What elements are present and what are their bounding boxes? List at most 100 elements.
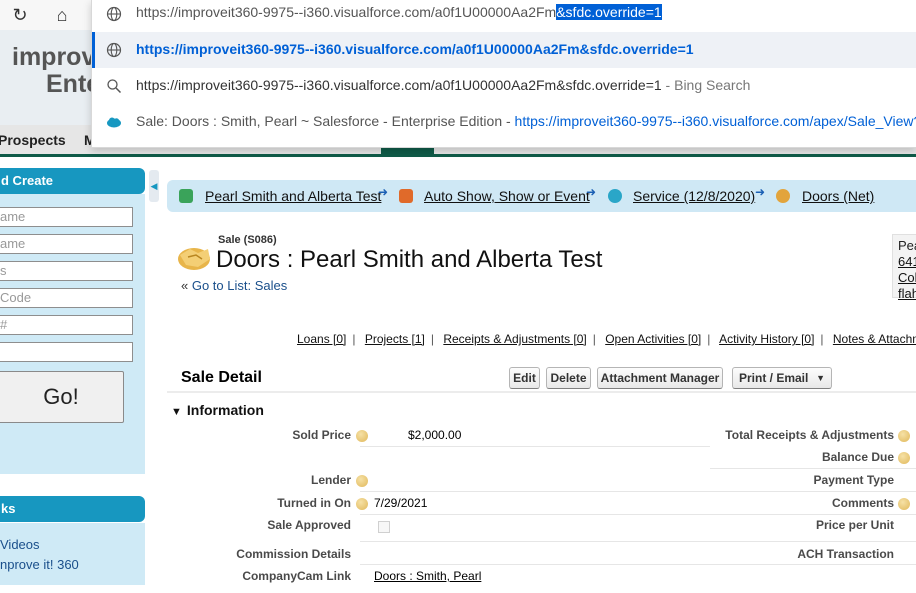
- page-title: Doors : Pearl Smith and Alberta Test: [216, 246, 603, 273]
- delete-button[interactable]: Delete: [546, 367, 591, 389]
- record-type-label: Sale (S086): [218, 234, 277, 246]
- row-divider: [360, 446, 710, 447]
- suggestion-search-query: https://improveit360-9975--i360.visualfo…: [136, 77, 662, 93]
- related-link-projects[interactable]: Projects [1]: [365, 332, 425, 346]
- breadcrumb-sale-link[interactable]: Doors (Net): [802, 188, 874, 204]
- detail-title: Sale Detail: [181, 369, 262, 386]
- field-label-sale-approved: Sale Approved: [267, 518, 351, 532]
- field-label-companycam-link: CompanyCam Link: [242, 569, 351, 583]
- field-label-sold-price: Sold Price: [292, 428, 351, 442]
- breadcrumb: Pearl Smith and Alberta Test ➜ Auto Show…: [167, 180, 916, 212]
- related-link-activity-history[interactable]: Activity History [0]: [719, 332, 814, 346]
- field-label-balance-due: Balance Due: [821, 450, 894, 464]
- url-input[interactable]: https://improveit360-9975--i360.visualfo…: [136, 4, 662, 20]
- field-label-commission-details: Commission Details: [236, 547, 351, 561]
- home-icon[interactable]: ⌂: [50, 3, 74, 27]
- sale-approved-checkbox: [378, 521, 390, 533]
- field-label-total-receipts: Total Receipts & Adjustments: [725, 428, 894, 442]
- url-selected-text: &sfdc.override=1: [556, 4, 662, 20]
- box-icon: [399, 189, 413, 203]
- field-value-turned-in-on: 7/29/2021: [374, 496, 428, 510]
- links-header: ks: [0, 496, 145, 522]
- arrow-right-icon: ➜: [755, 185, 766, 199]
- info-line-link[interactable]: Col: [898, 270, 916, 286]
- breadcrumb-prospect-link[interactable]: Pearl Smith and Alberta Test: [205, 188, 381, 204]
- field-label-ach-transaction: ACH Transaction: [797, 547, 894, 561]
- quick-create-header: d Create: [0, 168, 145, 194]
- field-label-lender: Lender: [310, 473, 351, 487]
- field-label-payment-type: Payment Type: [813, 473, 894, 487]
- breadcrumb-source-link[interactable]: Auto Show, Show or Event: [424, 188, 590, 204]
- print-email-button[interactable]: Print / Email ▼: [732, 367, 832, 389]
- globe-icon: [106, 6, 122, 22]
- detail-header: Sale Detail Edit Delete Attachment Manag…: [167, 363, 916, 393]
- attachment-manager-button[interactable]: Attachment Manager: [597, 367, 723, 389]
- search-icon: [107, 79, 122, 94]
- quick-create-address-input[interactable]: s: [0, 261, 133, 281]
- related-link-open-activities[interactable]: Open Activities [0]: [605, 332, 701, 346]
- help-icon[interactable]: [898, 498, 910, 510]
- back-prefix: «: [181, 278, 192, 293]
- suggestion-history-text: Sale: Doors : Smith, Pearl ~ Salesforce …: [136, 113, 916, 129]
- suggestion-url-text: https://improveit360-9975--i360.visualfo…: [136, 41, 694, 57]
- address-bar-dropdown: https://improveit360-9975--i360.visualfo…: [91, 0, 916, 148]
- related-list-links: Loans [0] | Projects [1] | Receipts & Adju…: [297, 332, 916, 346]
- back-to-list-link[interactable]: Go to List: Sales: [192, 278, 287, 293]
- go-button[interactable]: Go!: [0, 371, 124, 423]
- suggestion-history[interactable]: Sale: Doors : Smith, Pearl ~ Salesforce …: [92, 104, 916, 140]
- help-icon[interactable]: [898, 430, 910, 442]
- url-unselected-text: https://improveit360-9975--i360.visualfo…: [136, 4, 557, 20]
- quick-create-phone-input[interactable]: #: [0, 315, 133, 335]
- section-information[interactable]: ▼ Information: [171, 402, 264, 418]
- info-line-link[interactable]: 641: [898, 254, 916, 270]
- collapse-triangle-icon: ▼: [171, 406, 182, 418]
- row-divider: [710, 468, 916, 469]
- sidebar-link-videos[interactable]: Videos: [0, 537, 40, 552]
- row-divider: [360, 514, 916, 515]
- help-icon[interactable]: [356, 498, 368, 510]
- people-icon: [179, 189, 193, 203]
- breadcrumb-service-link[interactable]: Service (12/8/2020): [633, 188, 755, 204]
- quick-create-email-input[interactable]: [0, 342, 133, 362]
- quick-create-first-name-input[interactable]: ame: [0, 207, 133, 227]
- globe-icon: [106, 42, 122, 58]
- tab-prospects[interactable]: Prospects: [0, 132, 66, 148]
- gear-icon: [608, 189, 622, 203]
- suggestion-history-title: Sale: Doors : Smith, Pearl ~ Salesforce …: [136, 113, 515, 129]
- row-divider: [360, 564, 916, 565]
- links-panel: [0, 523, 145, 585]
- chevron-down-icon: ▼: [816, 373, 825, 383]
- related-link-receipts[interactable]: Receipts & Adjustments [0]: [443, 332, 586, 346]
- back-to-list: « Go to List: Sales: [181, 278, 287, 293]
- info-line-link[interactable]: flah: [898, 286, 916, 302]
- field-label-turned-in-on: Turned in On: [277, 496, 351, 510]
- print-email-label: Print / Email: [739, 371, 809, 385]
- arrow-right-icon: ➜: [378, 185, 389, 199]
- collapse-sidebar-icon[interactable]: ◀: [149, 170, 159, 202]
- suggestion-search[interactable]: https://improveit360-9975--i360.visualfo…: [92, 68, 916, 104]
- companycam-link[interactable]: Doors : Smith, Pearl: [374, 569, 481, 583]
- prospect-info-box: Pea 641 Col flah: [892, 234, 916, 301]
- quick-create-zip-input[interactable]: Code: [0, 288, 133, 308]
- handshake-icon: [776, 189, 790, 203]
- suggestion-url[interactable]: https://improveit360-9975--i360.visualfo…: [92, 32, 916, 68]
- suggestion-history-url: https://improveit360-9975--i360.visualfo…: [514, 113, 916, 129]
- info-line: Pea: [898, 238, 916, 253]
- edit-button[interactable]: Edit: [509, 367, 540, 389]
- row-divider: [360, 491, 916, 492]
- sidebar-link-improveit[interactable]: nprove it! 360: [0, 557, 79, 572]
- row-divider: [360, 541, 916, 542]
- refresh-icon[interactable]: ↻: [8, 3, 32, 27]
- handshake-icon: [178, 248, 210, 270]
- help-icon[interactable]: [356, 475, 368, 487]
- help-icon[interactable]: [898, 452, 910, 464]
- field-label-comments: Comments: [831, 496, 894, 510]
- related-link-notes[interactable]: Notes & Attachmen: [833, 332, 916, 346]
- quick-create-last-name-input[interactable]: ame: [0, 234, 133, 254]
- help-icon[interactable]: [356, 430, 368, 442]
- address-bar[interactable]: https://improveit360-9975--i360.visualfo…: [92, 0, 916, 36]
- field-label-price-per-unit: Price per Unit: [815, 518, 894, 532]
- section-title: Information: [186, 402, 264, 418]
- salesforce-cloud-icon: [107, 117, 121, 128]
- related-link-loans[interactable]: Loans [0]: [297, 332, 346, 346]
